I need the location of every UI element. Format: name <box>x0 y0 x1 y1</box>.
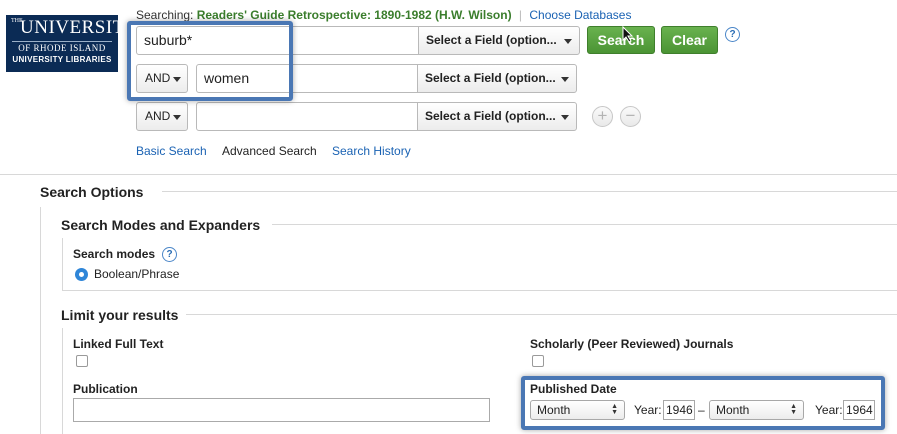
choose-databases-link[interactable]: Choose Databases <box>529 8 631 22</box>
help-icon[interactable]: ? <box>725 27 740 42</box>
field-select-2-label: Select a Field (option... <box>425 71 556 85</box>
boolean-select-3[interactable]: AND <box>136 102 188 131</box>
divider <box>62 328 63 434</box>
field-select-3[interactable]: Select a Field (option... <box>417 102 577 131</box>
searching-line: Searching: Readers' Guide Retrospective:… <box>136 8 631 22</box>
search-modes-section-title: Search Modes and Expanders <box>61 217 261 233</box>
logo-university: UNIVERSITY <box>20 17 139 38</box>
highlight-box-published-date <box>521 376 885 430</box>
help-icon[interactable]: ? <box>162 247 177 262</box>
divider <box>0 174 897 175</box>
remove-row-icon[interactable]: − <box>620 106 641 127</box>
chevron-down-icon <box>564 39 572 44</box>
chevron-down-icon <box>561 115 569 120</box>
field-select-3-label: Select a Field (option... <box>425 109 556 123</box>
divider <box>40 207 41 434</box>
divider <box>62 238 63 290</box>
boolean-phrase-radio[interactable] <box>75 268 88 281</box>
field-select-2[interactable]: Select a Field (option... <box>417 64 577 93</box>
highlight-box-search-terms <box>127 21 293 101</box>
search-modes-label: Search modes <box>73 247 156 261</box>
advanced-search-label: Advanced Search <box>222 144 317 158</box>
divider <box>162 191 897 192</box>
add-row-icon[interactable]: + <box>592 106 613 127</box>
clear-button[interactable]: Clear <box>661 26 718 54</box>
database-name: Readers' Guide Retrospective: 1890-1982 … <box>196 8 512 22</box>
linked-full-text-label: Linked Full Text <box>73 337 164 351</box>
basic-search-link[interactable]: Basic Search <box>136 144 207 158</box>
divider <box>186 314 897 315</box>
search-options-title: Search Options <box>40 184 144 200</box>
logo-the: THE <box>11 18 23 24</box>
university-logo[interactable]: THE UNIVERSITY OF RHODE ISLAND UNIVERSIT… <box>6 15 139 72</box>
logo-of-rhode-island: OF RHODE ISLAND <box>12 41 112 53</box>
linked-full-text-checkbox[interactable] <box>76 355 88 367</box>
publication-label: Publication <box>73 382 138 396</box>
separator: | <box>518 8 523 22</box>
field-select-1[interactable]: Select a Field (option... <box>418 26 580 55</box>
search-history-link[interactable]: Search History <box>332 144 411 158</box>
field-select-1-label: Select a Field (option... <box>426 33 557 47</box>
chevron-down-icon <box>173 115 181 120</box>
searching-label: Searching: <box>136 8 194 22</box>
scholarly-label: Scholarly (Peer Reviewed) Journals <box>530 337 734 351</box>
mouse-cursor-icon <box>622 26 634 43</box>
logo-libraries: UNIVERSITY LIBRARIES <box>12 55 112 64</box>
limit-results-section-title: Limit your results <box>61 307 179 323</box>
search-input-3[interactable] <box>196 102 418 131</box>
boolean-phrase-label: Boolean/Phrase <box>94 267 180 281</box>
chevron-down-icon <box>561 77 569 82</box>
boolean-select-3-label: AND <box>145 109 171 123</box>
scholarly-checkbox[interactable] <box>532 355 544 367</box>
divider <box>272 224 897 225</box>
divider <box>62 290 897 291</box>
publication-input[interactable] <box>73 398 490 422</box>
search-button[interactable]: Search <box>587 26 655 54</box>
